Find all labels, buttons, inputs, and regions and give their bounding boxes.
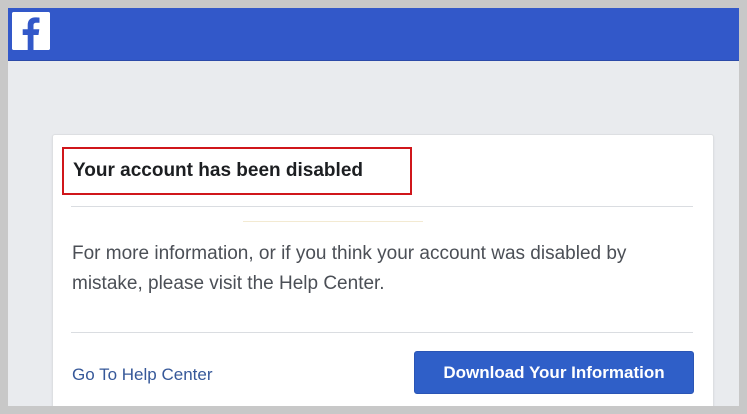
- info-message: For more information, or if you think yo…: [72, 243, 627, 294]
- page-title: Your account has been disabled: [73, 160, 363, 181]
- loading-indicator-line: [243, 221, 423, 222]
- top-navigation-bar: [8, 8, 739, 61]
- divider: [71, 206, 693, 207]
- divider: [71, 332, 693, 333]
- facebook-logo-icon[interactable]: [12, 12, 50, 50]
- download-information-button[interactable]: Download Your Information: [414, 351, 694, 394]
- help-center-link[interactable]: Go To Help Center: [72, 365, 212, 385]
- title-highlight-box: Your account has been disabled: [62, 147, 412, 195]
- facebook-f-icon: [12, 12, 50, 50]
- account-disabled-card: Your account has been disabled For more …: [52, 134, 714, 406]
- browser-viewport: Your account has been disabled For more …: [8, 8, 739, 406]
